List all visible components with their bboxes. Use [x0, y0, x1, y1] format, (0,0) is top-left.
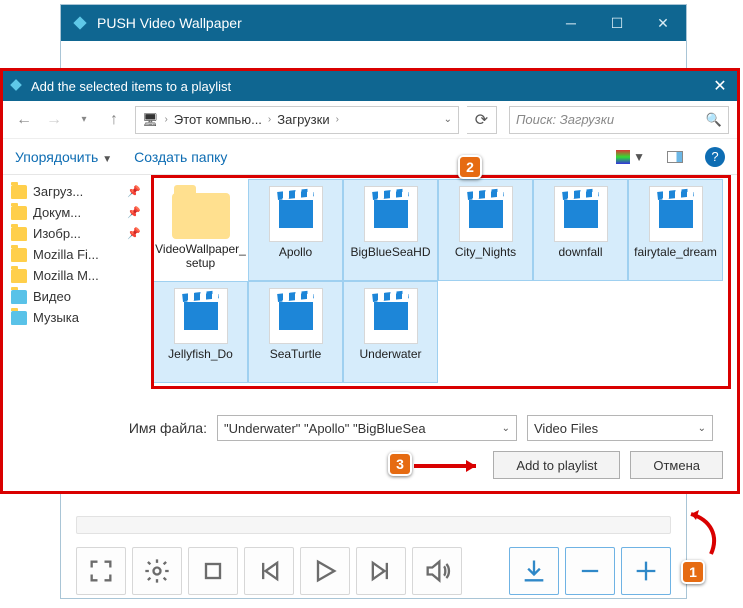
chevron-down-icon: ⌄ [502, 423, 510, 434]
sidebar-item[interactable]: Докум...📌 [7, 202, 145, 223]
sidebar-item[interactable]: Mozilla Fi... [7, 244, 145, 265]
video-file-icon [649, 186, 703, 242]
cancel-button[interactable]: Отмена [630, 451, 723, 479]
file-item[interactable]: Apollo [248, 179, 343, 281]
files-area[interactable]: VideoWallpaper_setupApolloBigBlueSeaHDCi… [149, 175, 737, 405]
parent-title: PUSH Video Wallpaper [97, 15, 548, 31]
new-folder-button[interactable]: Создать папку [134, 149, 227, 165]
settings-button[interactable] [132, 547, 182, 595]
file-item[interactable]: Jellyfish_Do [153, 281, 248, 383]
open-button[interactable]: Add to playlist [493, 451, 620, 479]
preview-pane-button[interactable] [667, 151, 683, 163]
volume-button[interactable] [412, 547, 462, 595]
folder-icon [11, 227, 27, 241]
filename-label: Имя файла: [17, 420, 207, 436]
parent-titlebar: PUSH Video Wallpaper ─ ☐ ✕ [61, 5, 686, 41]
dialog-bottom: Имя файла: "Underwater" "Apollo" "BigBlu… [3, 405, 737, 491]
dialog-logo-icon [9, 78, 25, 94]
breadcrumb-seg[interactable]: Этот компью... [174, 112, 262, 127]
fullscreen-button[interactable] [76, 547, 126, 595]
video-file-icon [364, 186, 418, 242]
breadcrumb[interactable]: 🖥 › Этот компью... › Загрузки › ⌄ [135, 106, 459, 134]
video-file-icon [459, 186, 513, 242]
sidebar-item[interactable]: Mozilla M... [7, 265, 145, 286]
sidebar-item[interactable]: Видео [7, 286, 145, 307]
close-button[interactable]: ✕ [640, 5, 686, 41]
callout-2: 2 [458, 155, 482, 179]
file-item[interactable]: VideoWallpaper_setup [153, 179, 248, 281]
folder-icon [11, 269, 27, 283]
chevron-right-icon: › [268, 114, 271, 125]
file-item[interactable]: downfall [533, 179, 628, 281]
breadcrumb-dropdown-icon[interactable]: ⌄ [444, 114, 452, 125]
sidebar: Загруз...📌Докум...📌Изобр...📌Mozilla Fi..… [3, 175, 149, 405]
maximize-button[interactable]: ☐ [594, 5, 640, 41]
sidebar-item[interactable]: Изобр...📌 [7, 223, 145, 244]
sidebar-item[interactable]: Музыка [7, 307, 145, 328]
help-button[interactable]: ? [705, 147, 725, 167]
search-placeholder: Поиск: Загрузки [516, 112, 706, 127]
arrow-annotation [412, 456, 492, 476]
recent-dropdown[interactable]: ▾ [71, 107, 97, 133]
video-file-icon [364, 288, 418, 344]
file-item[interactable]: BigBlueSeaHD [343, 179, 438, 281]
folder-icon [11, 290, 27, 304]
chevron-right-icon: › [336, 114, 339, 125]
pin-icon: 📌 [127, 206, 141, 219]
progress-slider[interactable] [76, 516, 671, 534]
file-item[interactable]: SeaTurtle [248, 281, 343, 383]
pin-icon: 📌 [127, 185, 141, 198]
remove-button[interactable] [565, 547, 615, 595]
player-controls [76, 516, 671, 598]
pc-icon: 🖥 [142, 112, 159, 128]
chevron-down-icon: ⌄ [698, 423, 706, 434]
download-button[interactable] [509, 547, 559, 595]
stop-button[interactable] [188, 547, 238, 595]
file-item[interactable]: City_Nights [438, 179, 533, 281]
add-button[interactable] [621, 547, 671, 595]
file-item[interactable]: Underwater [343, 281, 438, 383]
video-file-icon [174, 288, 228, 344]
callout-1: 1 [681, 560, 705, 584]
filename-input[interactable]: "Underwater" "Apollo" "BigBlueSea ⌄ [217, 415, 517, 441]
play-button[interactable] [300, 547, 350, 595]
breadcrumb-seg[interactable]: Загрузки [277, 112, 329, 127]
arrow-annotation [671, 506, 727, 562]
search-icon: 🔍 [706, 112, 722, 128]
filetype-filter[interactable]: Video Files ⌄ [527, 415, 713, 441]
next-button[interactable] [356, 547, 406, 595]
up-button[interactable]: ↑ [101, 107, 127, 133]
callout-3: 3 [388, 452, 412, 476]
folder-icon [11, 185, 27, 199]
dialog-close-button[interactable]: ✕ [703, 76, 737, 96]
forward-button[interactable]: → [41, 107, 67, 133]
dialog-title: Add the selected items to a playlist [31, 79, 703, 94]
file-dialog: Add the selected items to a playlist ✕ ←… [0, 68, 740, 494]
folder-icon [172, 193, 230, 239]
search-input[interactable]: Поиск: Загрузки 🔍 [509, 106, 729, 134]
folder-icon [11, 248, 27, 262]
previous-button[interactable] [244, 547, 294, 595]
dialog-titlebar: Add the selected items to a playlist ✕ [3, 71, 737, 101]
folder-icon [11, 206, 27, 220]
view-mode-button[interactable]: ▼ [616, 150, 645, 164]
pin-icon: 📌 [127, 227, 141, 240]
minimize-button[interactable]: ─ [548, 5, 594, 41]
back-button[interactable]: ← [11, 107, 37, 133]
chevron-right-icon: › [165, 114, 168, 125]
video-file-icon [554, 186, 608, 242]
organize-menu[interactable]: Упорядочить ▼ [15, 149, 112, 165]
nav-bar: ← → ▾ ↑ 🖥 › Этот компью... › Загрузки › … [3, 101, 737, 139]
sidebar-item[interactable]: Загруз...📌 [7, 181, 145, 202]
refresh-button[interactable]: ⟳ [467, 106, 497, 134]
folder-icon [11, 311, 27, 325]
video-file-icon [269, 288, 323, 344]
app-logo-icon [71, 14, 89, 32]
video-file-icon [269, 186, 323, 242]
file-item[interactable]: fairytale_dream [628, 179, 723, 281]
dialog-toolbar: Упорядочить ▼ Создать папку ▼ ? [3, 139, 737, 175]
